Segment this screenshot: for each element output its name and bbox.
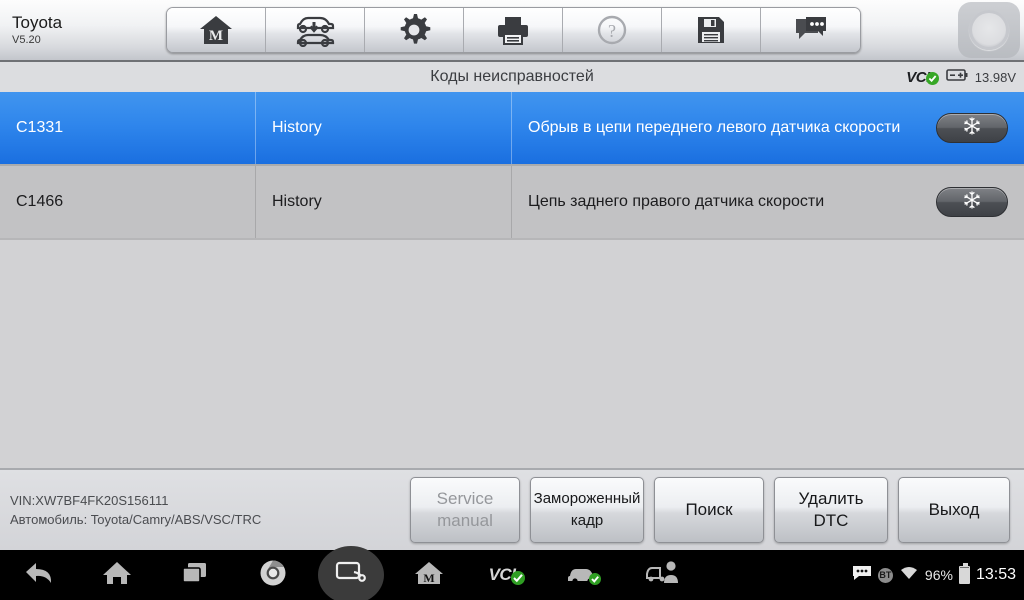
nav-diag-home-button[interactable]: M <box>390 550 468 600</box>
power-ring-icon <box>969 10 1009 50</box>
toolbar-settings-button[interactable] <box>365 8 464 52</box>
clear-dtc-button[interactable]: Удалить DTC <box>774 477 888 543</box>
chat-icon <box>793 15 829 45</box>
vehicle-info: VIN:XW7BF4FK20S156111 Автомобиль: Toyota… <box>0 491 410 529</box>
page-title: Коды неисправностей <box>430 68 594 85</box>
table-row[interactable]: C1466 History Цепь заднего правого датчи… <box>0 166 1024 240</box>
nav-browser-button[interactable] <box>234 550 312 600</box>
page-title-bar: Коды неисправностей VCI 13.98V <box>0 60 1024 92</box>
dtc-status: History <box>256 92 512 164</box>
nav-recents-button[interactable] <box>156 550 234 600</box>
brand-name: Toyota <box>12 13 63 32</box>
vci-connected-check-icon <box>925 71 939 85</box>
search-button[interactable]: Поиск <box>654 477 764 543</box>
nav-back-button[interactable] <box>0 550 78 600</box>
nav-remote-support[interactable] <box>624 550 702 600</box>
footer-buttons: Service manual Замороженный кадр Поиск У… <box>410 477 1010 543</box>
nav-vci-status[interactable]: VCI <box>468 550 546 600</box>
clock: 13:53 <box>975 566 1016 583</box>
dtc-status: History <box>256 166 512 238</box>
status-indicators: VCI 13.98V <box>906 62 1016 92</box>
toolbar-vehicle-button[interactable] <box>266 8 365 52</box>
chrome-icon <box>259 559 287 592</box>
snowflake-icon <box>962 116 982 141</box>
top-toolbar: Toyota V5.20 M ? <box>0 0 1024 60</box>
battery-voltage: 13.98V <box>974 69 1016 85</box>
toolbar-save-button[interactable] <box>662 8 761 52</box>
toolbar-button-group: M ? <box>166 7 861 53</box>
printer-icon <box>495 14 531 46</box>
dtc-freeze-frame-cell <box>920 92 1024 164</box>
table-row[interactable]: C1331 History Обрыв в цепи переднего лев… <box>0 92 1024 166</box>
home-m-icon: M <box>414 560 444 591</box>
vehicle-swap-icon <box>294 13 336 47</box>
car-check-icon <box>566 560 604 591</box>
dtc-code: C1331 <box>0 92 256 164</box>
battery-level-icon <box>958 563 970 584</box>
service-manual-button[interactable]: Service manual <box>410 477 520 543</box>
dtc-description: Обрыв в цепи переднего левого датчика ск… <box>528 119 901 136</box>
dtc-freeze-frame-cell <box>920 166 1024 238</box>
wifi-icon <box>899 565 919 586</box>
home-icon <box>102 560 132 591</box>
gear-icon <box>397 13 431 47</box>
vehicle-text: Автомобиль: Toyota/Camry/ABS/VSC/TRC <box>10 512 262 527</box>
svg-text:M: M <box>209 28 223 44</box>
question-icon: ? <box>596 14 628 46</box>
recents-icon <box>180 560 210 591</box>
floppy-icon <box>696 14 726 46</box>
vin-text: VIN:XW7BF4FK20S156111 <box>10 493 169 508</box>
android-nav-bar: M VCI BT 96% 13:53 <box>0 546 1024 600</box>
battery-icon <box>945 68 968 87</box>
message-icon <box>852 565 872 586</box>
dtc-description: Цепь заднего правого датчика скорости <box>528 193 825 210</box>
toolbar-home-button[interactable]: M <box>167 8 266 52</box>
freeze-frame-page-button[interactable]: Замороженный кадр <box>530 477 644 543</box>
svg-text:M: M <box>423 571 434 585</box>
brand-version: V5.20 <box>12 34 41 46</box>
battery-percent: 96% <box>924 567 953 583</box>
freeze-frame-button[interactable] <box>936 113 1008 143</box>
back-arrow-icon <box>24 560 54 591</box>
footer-bar: VIN:XW7BF4FK20S156111 Автомобиль: Toyota… <box>0 468 1024 550</box>
toolbar-print-button[interactable] <box>464 8 563 52</box>
technician-icon <box>644 560 682 591</box>
diagnostic-app-screen: Toyota V5.20 M ? Коды неисправностей VCI… <box>0 0 1024 600</box>
nav-status-area: BT 96% 13:53 <box>852 563 1016 586</box>
nav-home-button[interactable] <box>78 550 156 600</box>
vci-indicator: VCI <box>906 69 939 86</box>
toolbar-help-button[interactable]: ? <box>563 8 662 52</box>
home-m-icon: M <box>199 14 233 46</box>
nav-vehicle-status[interactable] <box>546 550 624 600</box>
nav-buttons: M VCI <box>0 546 702 600</box>
dtc-code: C1466 <box>0 166 256 238</box>
toolbar-feedback-button[interactable] <box>761 8 860 52</box>
dtc-list: C1331 History Обрыв в цепи переднего лев… <box>0 92 1024 468</box>
exit-button[interactable]: Выход <box>898 477 1010 543</box>
screenshot-icon <box>335 560 367 591</box>
nav-screenshot-button[interactable] <box>312 546 390 600</box>
bluetooth-icon: BT <box>877 567 893 583</box>
snowflake-icon <box>962 190 982 215</box>
brand-block: Toyota V5.20 <box>0 13 160 47</box>
power-button[interactable] <box>958 2 1020 58</box>
svg-text:?: ? <box>608 21 616 41</box>
vci-check-icon <box>511 571 526 590</box>
freeze-frame-button[interactable] <box>936 187 1008 217</box>
